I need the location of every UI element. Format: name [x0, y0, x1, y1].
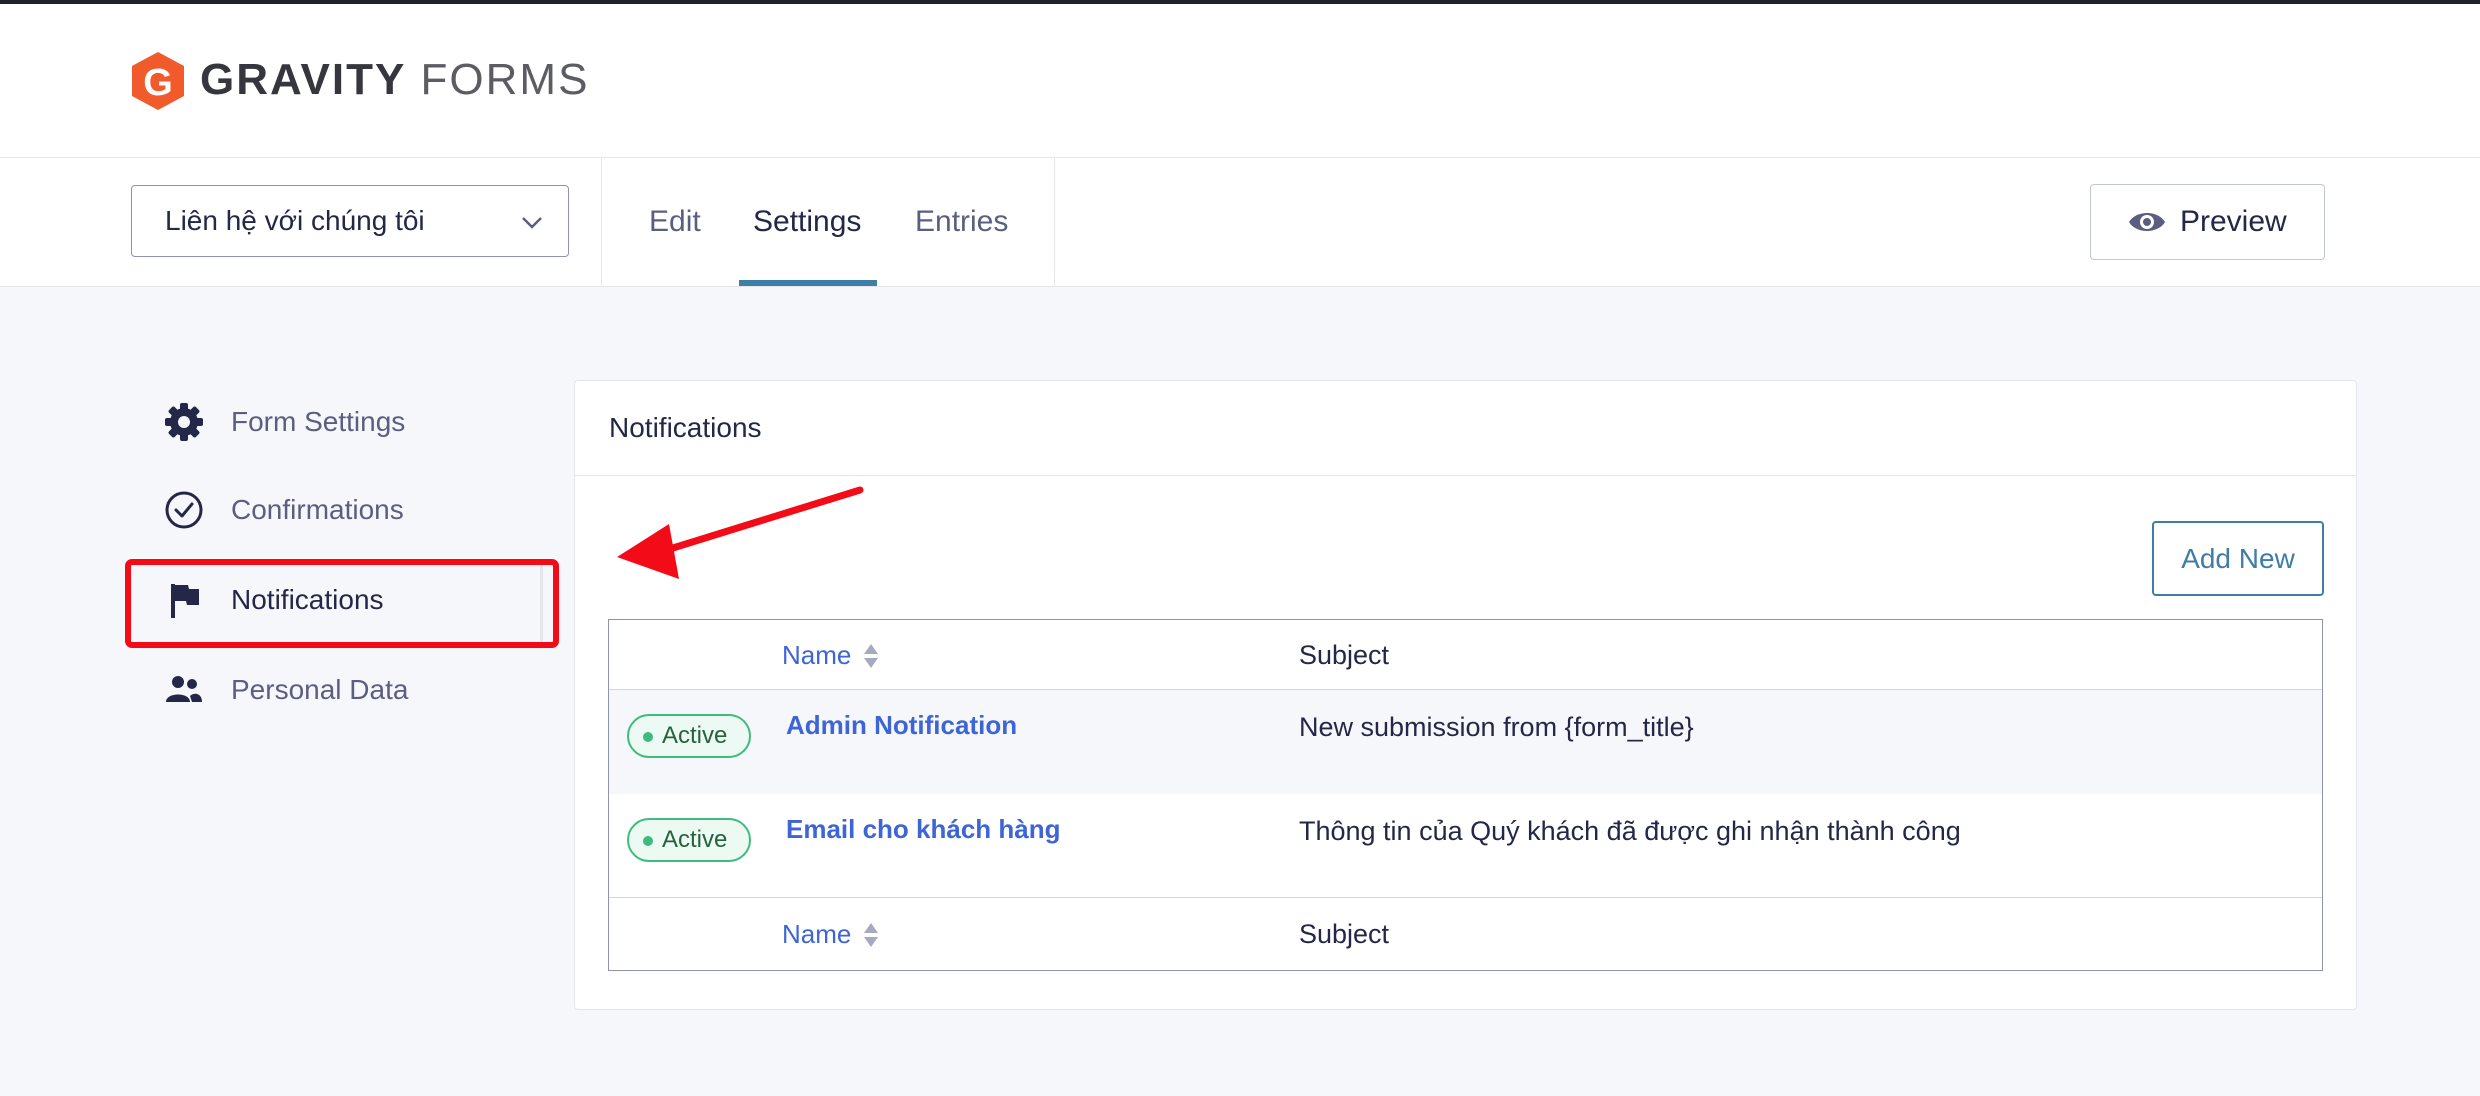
gravity-forms-logo-icon: G — [132, 52, 184, 110]
table-row: Active Admin Notification New submission… — [609, 690, 2322, 794]
notifications-table: Name Subject Active Admin Notification N… — [608, 619, 2323, 971]
status-badge[interactable]: Active — [627, 714, 751, 758]
form-toolbar: Liên hệ với chúng tôi Edit Settings Entr… — [0, 158, 2480, 287]
status-dot — [643, 732, 653, 742]
table-row: Active Email cho khách hàng Thông tin củ… — [609, 794, 2322, 898]
sidebar-item-label: Personal Data — [231, 674, 409, 705]
check-circle-icon — [165, 491, 203, 529]
table-footer: Name Subject — [609, 899, 2322, 971]
annotation-highlight-box — [125, 559, 559, 648]
active-tab-indicator — [739, 280, 877, 286]
name-column-header[interactable]: Name — [782, 620, 851, 690]
brand-header: G GRAVITY FORMS — [0, 4, 2480, 158]
brand-name: GRAVITY FORMS — [200, 55, 590, 104]
status-dot — [643, 836, 653, 846]
status-label: Active — [662, 826, 728, 853]
name-column-footer[interactable]: Name — [782, 899, 851, 969]
subject-column-header: Subject — [1299, 640, 1390, 670]
form-selector-value: Liên hệ với chúng tôi — [165, 205, 425, 236]
table-header: Name Subject — [609, 620, 2322, 690]
form-selector-dropdown[interactable]: Liên hệ với chúng tôi — [131, 185, 569, 257]
toolbar-divider — [601, 158, 602, 286]
notifications-panel: Notifications Add New Name Subject Activ… — [574, 380, 2357, 1010]
preview-label: Preview — [2180, 205, 2287, 238]
sidebar-item-label: Confirmations — [231, 494, 404, 525]
tab-settings[interactable]: Settings — [753, 158, 861, 286]
sort-icon[interactable] — [862, 921, 880, 949]
notification-subject: New submission from {form_title} — [1299, 712, 1694, 742]
eye-icon — [2129, 213, 2165, 231]
panel-title: Notifications — [609, 412, 762, 443]
subject-column-footer: Subject — [1299, 919, 1390, 949]
tab-entries[interactable]: Entries — [915, 158, 1008, 286]
status-label: Active — [662, 722, 728, 749]
panel-header: Notifications — [575, 381, 2356, 476]
notification-name-link[interactable]: Email cho khách hàng — [786, 812, 1061, 846]
chevron-down-icon — [522, 217, 542, 229]
svg-text:G: G — [143, 62, 173, 104]
tab-edit[interactable]: Edit — [649, 158, 701, 286]
status-badge[interactable]: Active — [627, 818, 751, 862]
gear-icon — [165, 403, 203, 441]
annotation-arrow — [617, 486, 864, 579]
toolbar-divider — [1054, 158, 1055, 286]
notification-name-link[interactable]: Admin Notification — [786, 708, 1017, 742]
add-new-button[interactable]: Add New — [2152, 521, 2324, 596]
preview-button[interactable]: Preview — [2090, 184, 2325, 260]
users-icon — [166, 676, 202, 702]
sort-icon[interactable] — [862, 642, 880, 670]
sidebar-item-label: Form Settings — [231, 406, 406, 437]
notification-subject: Thông tin của Quý khách đã được ghi nhận… — [1299, 816, 1961, 846]
